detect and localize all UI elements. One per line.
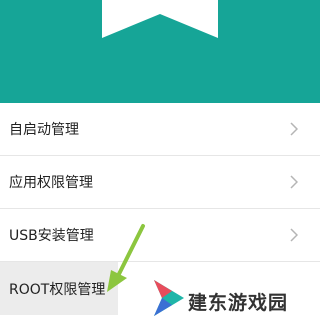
chevron-right-icon xyxy=(290,122,298,136)
menu-item-label: ROOT权限管理 xyxy=(9,281,106,298)
menu-item-usb-install[interactable]: USB安装管理 xyxy=(0,209,320,262)
header-flag-icon xyxy=(102,0,218,38)
watermark-text: 建东游戏园 xyxy=(188,292,289,314)
chevron-right-icon xyxy=(290,175,298,189)
green-arrow-icon xyxy=(107,224,145,292)
menu-item-label: 自启动管理 xyxy=(9,122,79,138)
menu-item-app-permissions[interactable]: 应用权限管理 xyxy=(0,156,320,209)
watermark: 建东游戏园 xyxy=(152,276,312,320)
app-header xyxy=(0,0,320,103)
play-triangle-logo xyxy=(154,280,184,316)
menu-item-label: USB安装管理 xyxy=(9,228,94,244)
menu-item-autostart[interactable]: 自启动管理 xyxy=(0,103,320,156)
chevron-right-icon xyxy=(290,228,298,242)
menu-item-label: 应用权限管理 xyxy=(9,175,93,191)
